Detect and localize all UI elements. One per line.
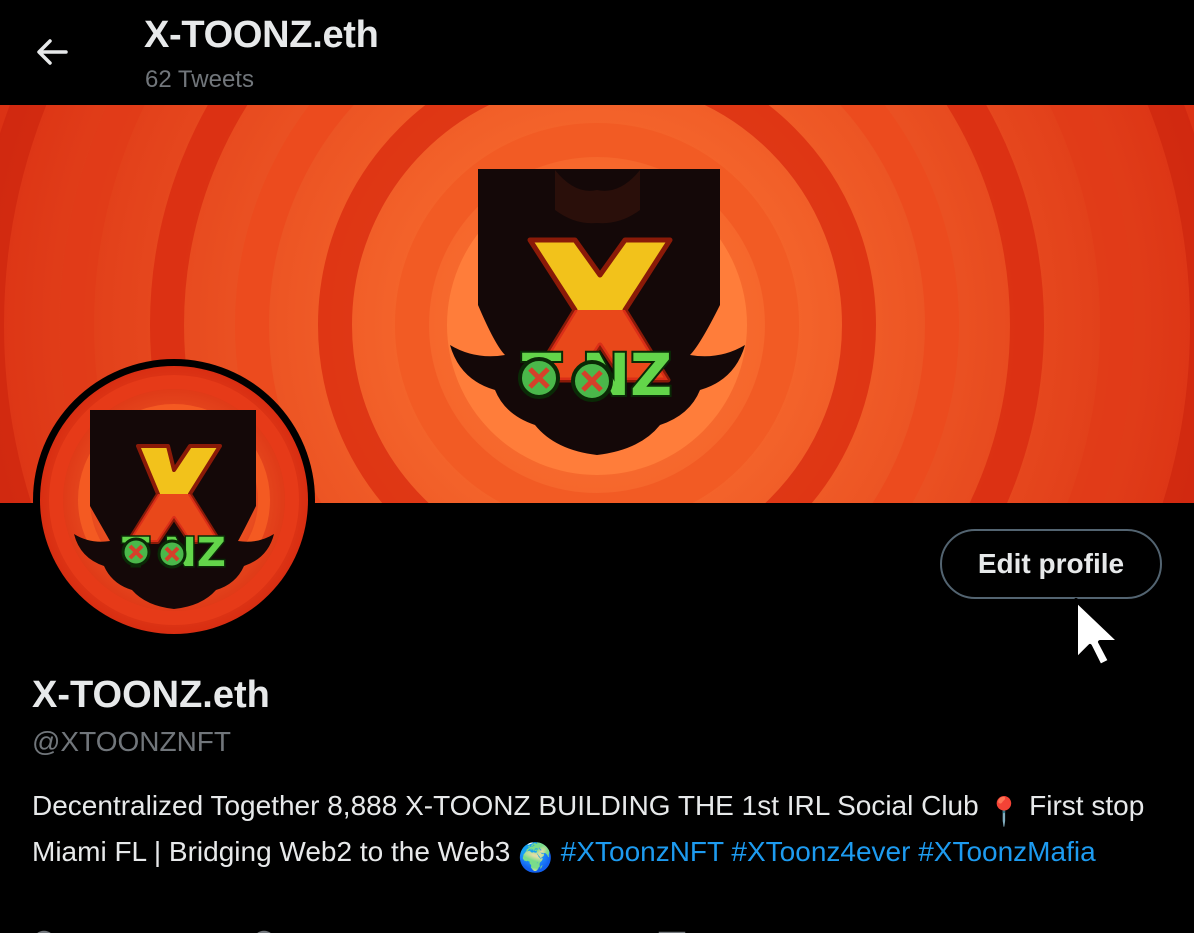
mouse-pointer-icon — [1072, 596, 1128, 675]
globe-emoji-icon: 🌍 — [518, 842, 553, 873]
bio-text: Decentralized Together 8,888 X-TOONZ BUI… — [32, 790, 987, 821]
profile-display-name: X-TOONZ.eth — [32, 674, 270, 716]
tweet-count: 62 Tweets — [145, 66, 254, 93]
profile-meta-row — [32, 924, 1162, 933]
back-arrow-icon[interactable] — [30, 30, 74, 74]
hashtag-link[interactable]: #XToonzNFT — [561, 836, 724, 867]
edit-profile-button[interactable]: Edit profile — [940, 529, 1162, 599]
profile-handle: @XTOONZNFT — [32, 726, 232, 757]
pin-emoji-icon: 📍 — [986, 796, 1022, 827]
profile-bio: Decentralized Together 8,888 X-TOONZ BUI… — [32, 786, 1162, 878]
header-title: X-TOONZ.eth — [144, 14, 379, 56]
avatar[interactable]: T NZ — [33, 359, 315, 641]
top-bar: X-TOONZ.eth 62 Tweets — [0, 0, 1194, 105]
hashtag-link[interactable]: #XToonzMafia — [918, 836, 1095, 867]
hashtag-link[interactable]: #XToonz4ever — [731, 836, 910, 867]
